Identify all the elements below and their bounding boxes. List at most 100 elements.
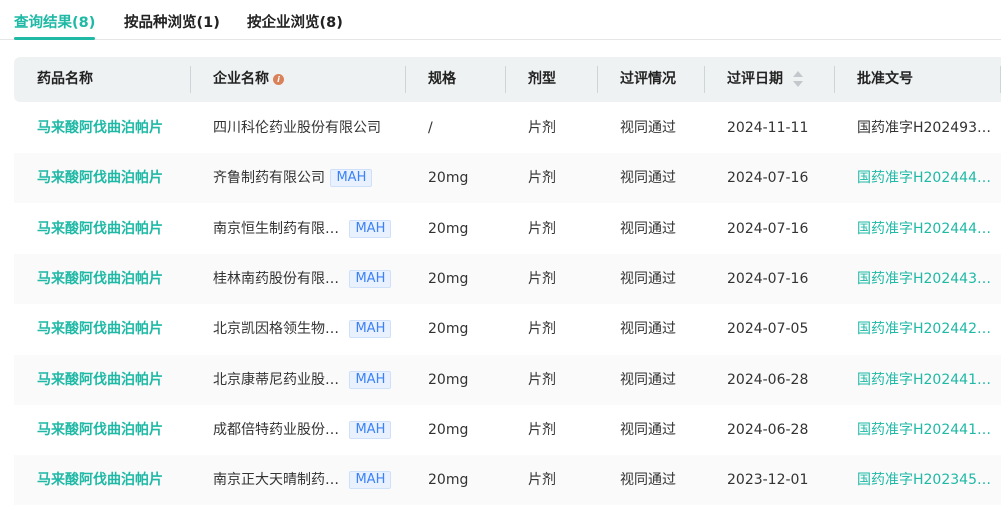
table-row: 马来酸阿伐曲泊帕片 四川科伦药业股份有限公司 / 片剂 视同通过 2024-11… bbox=[14, 103, 1001, 153]
approval-number[interactable]: 国药准字H202444… bbox=[857, 153, 991, 203]
drug-name-link[interactable]: 马来酸阿伐曲泊帕片 bbox=[37, 355, 163, 405]
company-name: 北京凯因格领生物… bbox=[213, 321, 339, 338]
approval-number: 国药准字H202493… bbox=[857, 120, 991, 136]
review-status-cell: 视同通过 bbox=[620, 270, 676, 287]
review-status-cell: 视同通过 bbox=[620, 170, 676, 187]
column-divider[interactable] bbox=[834, 66, 835, 93]
header-company-name: 企业名称 i bbox=[213, 57, 284, 102]
mah-badge: MAH bbox=[330, 169, 373, 188]
column-divider[interactable] bbox=[505, 66, 506, 93]
dosage-form-cell: 片剂 bbox=[528, 472, 556, 489]
review-date-cell: 2024-07-16 bbox=[727, 270, 809, 287]
column-divider[interactable] bbox=[405, 66, 406, 93]
tab-browse-by-company[interactable]: 按企业浏览(8) bbox=[247, 11, 343, 32]
company-name: 成都倍特药业股份… bbox=[213, 421, 339, 438]
drug-name-link[interactable]: 马来酸阿伐曲泊帕片 bbox=[37, 103, 163, 153]
drug-name-link[interactable]: 马来酸阿伐曲泊帕片 bbox=[37, 254, 163, 304]
approval-number[interactable]: 国药准字H202441… bbox=[857, 405, 991, 455]
header-approval-number: 批准文号 bbox=[857, 71, 913, 87]
review-date-cell: 2024-11-11 bbox=[727, 120, 809, 136]
spec-cell: 20mg bbox=[428, 371, 469, 388]
drug-name-link[interactable]: 马来酸阿伐曲泊帕片 bbox=[37, 204, 163, 254]
review-status-cell: 视同通过 bbox=[620, 321, 676, 338]
review-status-cell: 视同通过 bbox=[620, 120, 676, 136]
header-label: 企业名称 bbox=[213, 71, 269, 87]
column-divider[interactable] bbox=[704, 66, 705, 93]
tab-query-results[interactable]: 查询结果(8) bbox=[14, 11, 96, 40]
table-row: 马来酸阿伐曲泊帕片 成都倍特药业股份… MAH 20mg 片剂 视同通过 202… bbox=[14, 405, 1001, 455]
company-name: 南京正大天晴制药… bbox=[213, 472, 339, 489]
company-name: 四川科伦药业股份有限公司 bbox=[213, 120, 381, 136]
table-row: 马来酸阿伐曲泊帕片 北京康蒂尼药业股… MAH 20mg 片剂 视同通过 202… bbox=[14, 354, 1001, 405]
dosage-form-cell: 片剂 bbox=[528, 371, 556, 388]
table-row: 马来酸阿伐曲泊帕片 齐鲁制药有限公司 MAH 20mg 片剂 视同通过 2024… bbox=[14, 153, 1001, 204]
sort-icon[interactable] bbox=[793, 70, 803, 88]
header-label: 过评日期 bbox=[727, 71, 783, 87]
company-name: 北京康蒂尼药业股… bbox=[213, 371, 339, 388]
company-name: 齐鲁制药有限公司 bbox=[213, 170, 325, 187]
approval-number[interactable]: 国药准字H202444… bbox=[857, 204, 991, 254]
header-spec: 规格 bbox=[428, 71, 456, 87]
table-header: 药品名称 企业名称 i 规格 剂型 过评情况 过评日期 批准文号 bbox=[14, 57, 1001, 102]
review-status-cell: 视同通过 bbox=[620, 220, 676, 237]
table-row: 马来酸阿伐曲泊帕片 桂林南药股份有限… MAH 20mg 片剂 视同通过 202… bbox=[14, 253, 1001, 304]
spec-cell: / bbox=[428, 120, 433, 136]
tab-browse-by-variety[interactable]: 按品种浏览(1) bbox=[124, 11, 220, 32]
company-cell: 南京正大天晴制药… MAH bbox=[213, 455, 392, 505]
review-date-cell: 2024-07-16 bbox=[727, 220, 809, 237]
column-divider[interactable] bbox=[190, 66, 191, 93]
table-row: 马来酸阿伐曲泊帕片 北京凯因格领生物… MAH 20mg 片剂 视同通过 202… bbox=[14, 304, 1001, 354]
review-date-cell: 2023-12-01 bbox=[727, 472, 809, 489]
review-date-cell: 2024-07-05 bbox=[727, 321, 809, 338]
spec-cell: 20mg bbox=[428, 421, 469, 438]
dosage-form-cell: 片剂 bbox=[528, 321, 556, 338]
review-date-cell: 2024-06-28 bbox=[727, 421, 809, 438]
mah-badge: MAH bbox=[349, 269, 392, 288]
dosage-form-cell: 片剂 bbox=[528, 421, 556, 438]
column-divider[interactable] bbox=[597, 66, 598, 93]
review-status-cell: 视同通过 bbox=[620, 472, 676, 489]
review-status-cell: 视同通过 bbox=[620, 421, 676, 438]
company-cell: 桂林南药股份有限… MAH bbox=[213, 254, 392, 304]
review-status-cell: 视同通过 bbox=[620, 371, 676, 388]
dosage-form-cell: 片剂 bbox=[528, 270, 556, 287]
mah-badge: MAH bbox=[349, 219, 392, 238]
drug-name-link[interactable]: 马来酸阿伐曲泊帕片 bbox=[37, 405, 163, 455]
drug-name-link[interactable]: 马来酸阿伐曲泊帕片 bbox=[37, 455, 163, 505]
header-review-date[interactable]: 过评日期 bbox=[727, 57, 803, 102]
company-name: 南京恒生制药有限… bbox=[213, 220, 339, 237]
company-cell: 成都倍特药业股份… MAH bbox=[213, 405, 392, 455]
spec-cell: 20mg bbox=[428, 170, 469, 187]
table-row: 马来酸阿伐曲泊帕片 南京正大天晴制药… MAH 20mg 片剂 视同通过 202… bbox=[14, 455, 1001, 505]
review-date-cell: 2024-06-28 bbox=[727, 371, 809, 388]
approval-number[interactable]: 国药准字H202441… bbox=[857, 355, 991, 405]
mah-badge: MAH bbox=[349, 420, 392, 439]
drug-name-link[interactable]: 马来酸阿伐曲泊帕片 bbox=[37, 153, 163, 203]
company-cell: 北京康蒂尼药业股… MAH bbox=[213, 355, 392, 405]
dosage-form-cell: 片剂 bbox=[528, 120, 556, 136]
header-review-status: 过评情况 bbox=[620, 71, 676, 87]
spec-cell: 20mg bbox=[428, 270, 469, 287]
drug-name-link[interactable]: 马来酸阿伐曲泊帕片 bbox=[37, 304, 163, 354]
spec-cell: 20mg bbox=[428, 321, 469, 338]
approval-number[interactable]: 国药准字H202345… bbox=[857, 455, 991, 505]
company-cell: 北京凯因格领生物… MAH bbox=[213, 304, 392, 354]
header-dosage-form: 剂型 bbox=[528, 71, 556, 87]
review-date-cell: 2024-07-16 bbox=[727, 170, 809, 187]
table-row: 马来酸阿伐曲泊帕片 南京恒生制药有限… MAH 20mg 片剂 视同通过 202… bbox=[14, 204, 1001, 254]
spec-cell: 20mg bbox=[428, 220, 469, 237]
dosage-form-cell: 片剂 bbox=[528, 170, 556, 187]
mah-badge: MAH bbox=[349, 370, 392, 389]
company-cell: 四川科伦药业股份有限公司 bbox=[213, 103, 381, 153]
company-cell: 齐鲁制药有限公司 MAH bbox=[213, 153, 373, 203]
spec-cell: 20mg bbox=[428, 472, 469, 489]
dosage-form-cell: 片剂 bbox=[528, 220, 556, 237]
result-tabs: 查询结果(8) 按品种浏览(1) 按企业浏览(8) bbox=[0, 0, 1001, 40]
header-drug-name: 药品名称 bbox=[37, 71, 93, 87]
approval-number[interactable]: 国药准字H202443… bbox=[857, 254, 991, 304]
info-icon[interactable]: i bbox=[273, 74, 284, 85]
approval-number[interactable]: 国药准字H202442… bbox=[857, 304, 991, 354]
company-name: 桂林南药股份有限… bbox=[213, 270, 339, 287]
company-cell: 南京恒生制药有限… MAH bbox=[213, 204, 392, 254]
mah-badge: MAH bbox=[349, 471, 392, 490]
